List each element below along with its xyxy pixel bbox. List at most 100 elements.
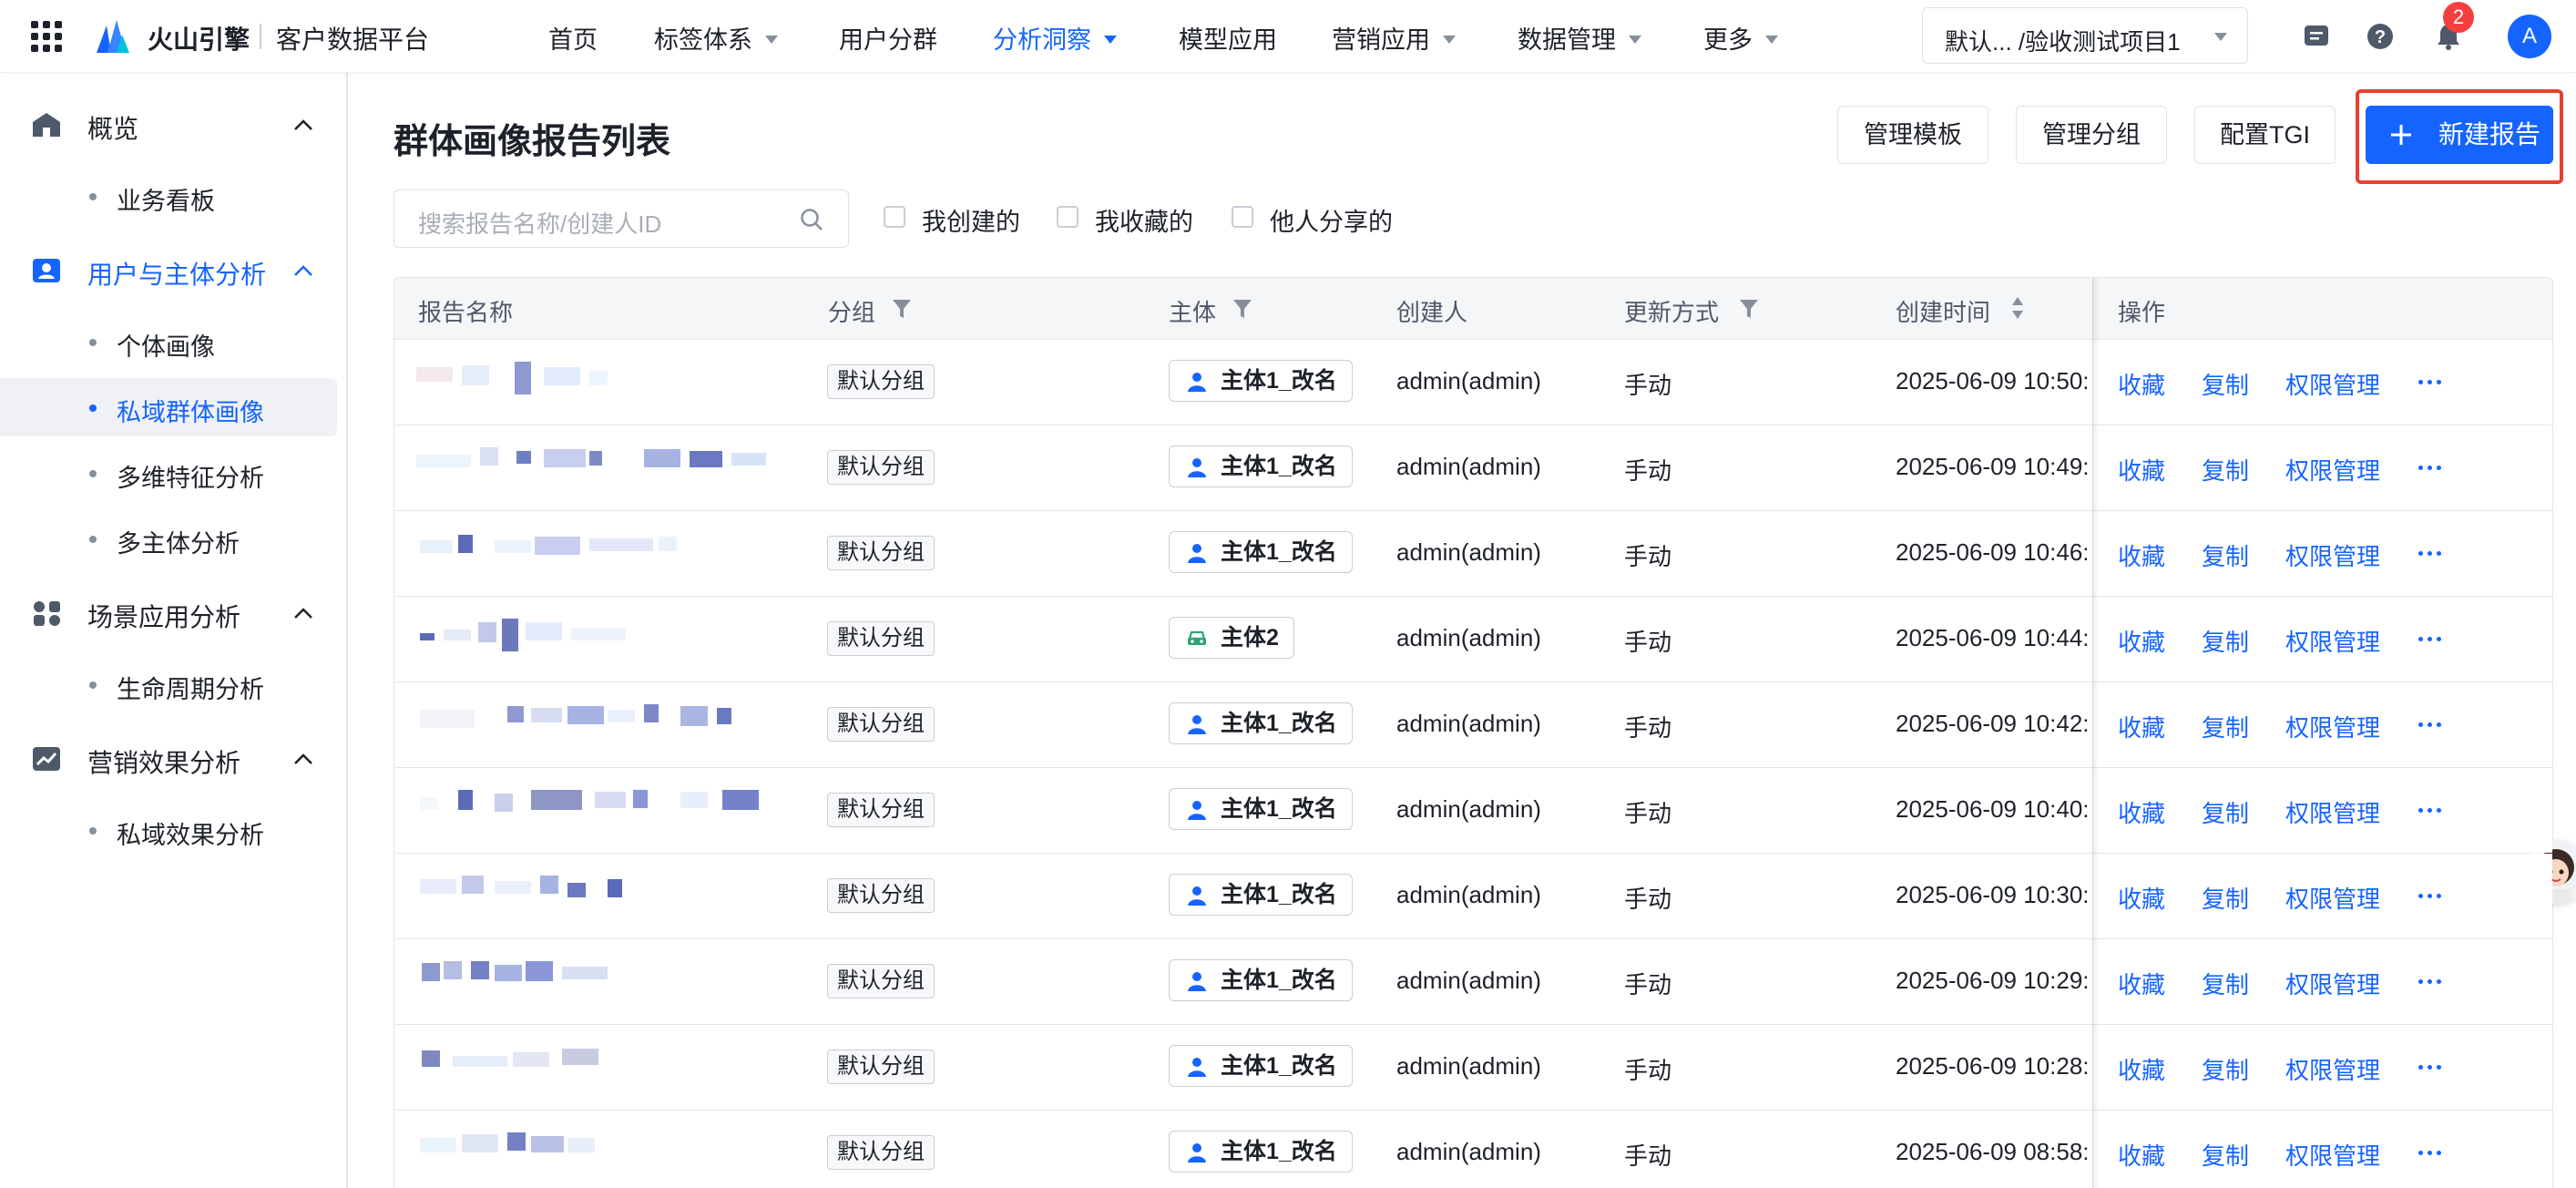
report-name-redacted[interactable] (407, 1132, 790, 1169)
more-icon[interactable] (2418, 808, 2442, 814)
more-icon[interactable] (2418, 722, 2442, 728)
copy-link[interactable]: 复制 (2202, 453, 2249, 486)
subject-tag: 主体1_改名 (1169, 531, 1353, 573)
more-icon[interactable] (2418, 894, 2442, 899)
more-icon[interactable] (2418, 1151, 2442, 1156)
created-time-cell: 2025-06-09 10:40: (1896, 795, 2090, 823)
copy-link[interactable]: 复制 (2202, 710, 2249, 743)
copy-link[interactable]: 复制 (2202, 1138, 2249, 1172)
table-row[interactable]: 默认分组 主体1_改名 admin(admin) 手动 2025-06-09 1… (394, 511, 2552, 597)
sidebar-item-lifecycle-analysis[interactable]: 生命周期分析 (0, 655, 337, 713)
favorite-link[interactable]: 收藏 (2118, 967, 2165, 1000)
search-input[interactable]: 搜索报告名称/创建人ID (394, 189, 849, 248)
manage-group-button[interactable]: 管理分组 (2016, 106, 2167, 164)
favorite-link[interactable]: 收藏 (2118, 795, 2165, 829)
checkbox[interactable] (1057, 206, 1078, 228)
permission-link[interactable]: 权限管理 (2285, 795, 2380, 829)
favorite-link[interactable]: 收藏 (2118, 881, 2165, 915)
table-row[interactable]: 默认分组 主体1_改名 admin(admin) 手动 2025-06-09 1… (394, 1025, 2552, 1111)
copy-link[interactable]: 复制 (2202, 624, 2249, 658)
copy-link[interactable]: 复制 (2202, 967, 2249, 1000)
sidebar-group-marketing-effect[interactable]: 营销效果分析 (0, 731, 348, 785)
table-row[interactable]: 默认分组 主体1_改名 admin(admin) 手动 2025-06-09 0… (394, 1111, 2552, 1188)
report-name-redacted[interactable] (407, 447, 790, 484)
nav-marketing-app[interactable]: 营销应用 (1332, 20, 1456, 56)
nav-more[interactable]: 更多 (1703, 20, 1778, 56)
copy-link[interactable]: 复制 (2202, 538, 2249, 572)
sidebar-item-business-board[interactable]: 业务看板 (0, 167, 337, 225)
copy-link[interactable]: 复制 (2202, 881, 2249, 915)
more-icon[interactable] (2418, 637, 2442, 642)
sort-icon[interactable] (2010, 294, 2025, 322)
permission-link[interactable]: 权限管理 (2285, 710, 2380, 743)
manage-template-button[interactable]: 管理模板 (1837, 106, 1988, 164)
filter-icon[interactable] (1739, 298, 1759, 320)
report-name-redacted[interactable] (407, 876, 790, 912)
sidebar-group-overview[interactable]: 概览 (0, 97, 348, 151)
favorite-link[interactable]: 收藏 (2118, 367, 2165, 401)
sidebar-item-multi-subject-analysis[interactable]: 多主体分析 (0, 509, 337, 568)
nav-home[interactable]: 首页 (548, 20, 598, 56)
nav-user-segment[interactable]: 用户分群 (839, 20, 937, 56)
copy-link[interactable]: 复制 (2202, 1052, 2249, 1086)
favorite-link[interactable]: 收藏 (2118, 453, 2165, 486)
sidebar-item-private-effect-analysis[interactable]: 私域效果分析 (0, 801, 337, 859)
permission-link[interactable]: 权限管理 (2285, 881, 2380, 915)
report-name-redacted[interactable] (407, 961, 790, 998)
filter-icon[interactable] (1232, 298, 1252, 320)
permission-link[interactable]: 权限管理 (2285, 367, 2380, 401)
sidebar-item-individual-portrait[interactable]: 个体画像 (0, 312, 337, 371)
message-icon[interactable] (2302, 22, 2331, 51)
nav-analysis-insight[interactable]: 分析洞察 (993, 20, 1117, 56)
config-tgi-button[interactable]: 配置TGI (2194, 106, 2336, 164)
nav-model-app[interactable]: 模型应用 (1179, 20, 1277, 56)
report-name-redacted[interactable] (407, 362, 790, 398)
table-row[interactable]: 默认分组 主体1_改名 admin(admin) 手动 2025-06-09 1… (394, 340, 2552, 425)
report-name-redacted[interactable] (407, 619, 790, 655)
table-row[interactable]: 默认分组 主体1_改名 admin(admin) 手动 2025-06-09 1… (394, 854, 2552, 939)
more-icon[interactable] (2418, 551, 2442, 557)
more-icon[interactable] (2418, 380, 2442, 385)
permission-link[interactable]: 权限管理 (2285, 1138, 2380, 1172)
report-name-redacted[interactable] (407, 704, 790, 741)
permission-link[interactable]: 权限管理 (2285, 624, 2380, 658)
table-row[interactable]: 默认分组 主体1_改名 admin(admin) 手动 2025-06-09 1… (394, 768, 2552, 854)
help-icon[interactable]: ? (2366, 22, 2395, 51)
more-icon[interactable] (2418, 466, 2442, 471)
filter-icon[interactable] (892, 298, 912, 320)
checkbox[interactable] (1232, 206, 1253, 228)
copy-link[interactable]: 复制 (2202, 367, 2249, 401)
update-mode-cell: 手动 (1624, 543, 1672, 570)
sidebar-group-scenario-analysis[interactable]: 场景应用分析 (0, 585, 348, 640)
favorite-link[interactable]: 收藏 (2118, 1052, 2165, 1086)
chevron-down-icon (1765, 36, 1778, 45)
copy-link[interactable]: 复制 (2202, 795, 2249, 829)
table-row[interactable]: 默认分组 主体1_改名 admin(admin) 手动 2025-06-09 1… (394, 425, 2552, 511)
sidebar-item-multidim-feature-analysis[interactable]: 多维特征分析 (0, 444, 337, 502)
permission-link[interactable]: 权限管理 (2285, 967, 2380, 1000)
table-row[interactable]: 默认分组 主体1_改名 admin(admin) 手动 2025-06-09 1… (394, 939, 2552, 1025)
permission-link[interactable]: 权限管理 (2285, 453, 2380, 486)
favorite-link[interactable]: 收藏 (2118, 538, 2165, 572)
favorite-link[interactable]: 收藏 (2118, 710, 2165, 743)
permission-link[interactable]: 权限管理 (2285, 538, 2380, 572)
user-avatar[interactable]: A (2508, 15, 2551, 58)
permission-link[interactable]: 权限管理 (2285, 1052, 2380, 1086)
app-grid-icon[interactable] (31, 21, 62, 52)
table-row[interactable]: 默认分组 主体2 admin(admin) 手动 2025-06-09 10:4… (394, 597, 2552, 682)
checkbox[interactable] (884, 206, 905, 228)
report-name-redacted[interactable] (407, 533, 790, 569)
sidebar-group-user-subject-analysis[interactable]: 用户与主体分析 (0, 242, 348, 297)
table-row[interactable]: 默认分组 主体1_改名 admin(admin) 手动 2025-06-09 1… (394, 682, 2552, 768)
nav-data-management[interactable]: 数据管理 (1518, 20, 1641, 56)
sidebar-item-private-group-portrait[interactable]: 私域群体画像 (0, 378, 337, 436)
project-select[interactable]: 默认... /验收测试项目1 (1922, 7, 2248, 64)
report-name-redacted[interactable] (407, 790, 790, 826)
more-icon[interactable] (2418, 1065, 2442, 1070)
person-icon (1188, 972, 1206, 991)
nav-tag-system[interactable]: 标签体系 (654, 20, 778, 56)
favorite-link[interactable]: 收藏 (2118, 624, 2165, 658)
more-icon[interactable] (2418, 979, 2442, 985)
report-name-redacted[interactable] (407, 1047, 790, 1083)
favorite-link[interactable]: 收藏 (2118, 1138, 2165, 1172)
